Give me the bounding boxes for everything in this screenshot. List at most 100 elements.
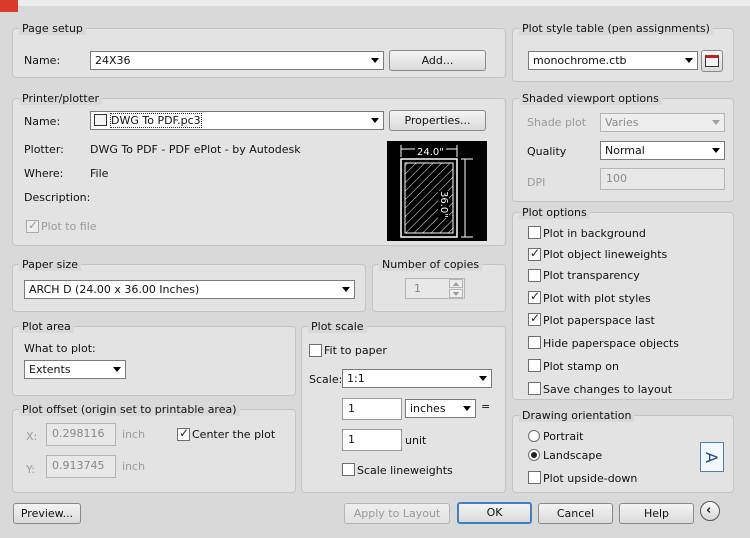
landscape-page-icon: A (700, 442, 724, 472)
plotter-label: Plotter: (24, 143, 64, 156)
shade-plot-value: Varies (605, 116, 639, 129)
where-label: Where: (24, 167, 64, 180)
plot-scale-title: Plot scale (308, 320, 367, 333)
chevron-left-icon: ‹ (706, 503, 712, 518)
plot-style-edit-button[interactable] (701, 50, 723, 72)
plot-in-background-label: Plot in background (543, 227, 646, 240)
shade-plot-select[interactable]: Varies (600, 113, 725, 132)
plotter-value: DWG To PDF - PDF ePlot - by Autodesk (90, 143, 301, 156)
printer-title: Printer/plotter (19, 92, 102, 105)
portrait-radio[interactable] (528, 430, 540, 442)
offset-y-label: Y: (26, 463, 35, 476)
scale-value2: 1 (348, 433, 355, 446)
add-button[interactable]: Add... (389, 50, 486, 71)
center-plot-checkbox[interactable] (177, 426, 190, 441)
page-setup-name-label: Name: (24, 54, 61, 67)
preview-button[interactable]: Preview... (13, 503, 81, 524)
plot-style-select[interactable]: monochrome.ctb (528, 51, 698, 70)
offset-x-label: X: (26, 430, 38, 443)
scale-unit-select[interactable]: inches (405, 399, 476, 418)
scale-lineweights-checkbox[interactable] (342, 463, 355, 476)
offset-y-input[interactable]: 0.913745 (46, 455, 116, 478)
plot-style-title: Plot style table (pen assignments) (519, 22, 713, 35)
collapse-options-button[interactable]: ‹ (700, 501, 720, 521)
preview-height-label: 36.0" (438, 191, 449, 218)
offset-x-input[interactable]: 0.298116 (46, 423, 116, 446)
landscape-label: Landscape (543, 449, 603, 462)
scale-equals-sign: = (481, 400, 491, 413)
pen-edit-icon (705, 55, 719, 67)
plot-object-lineweights-checkbox[interactable] (528, 246, 541, 261)
cancel-button[interactable]: Cancel (538, 503, 613, 524)
copies-title: Number of copies (379, 258, 483, 271)
plot-with-plot-styles-checkbox[interactable] (528, 289, 541, 304)
paper-size-select[interactable]: ARCH D (24.00 x 36.00 Inches) (24, 280, 355, 299)
printer-name-select[interactable]: DWG To PDF.pc3 (90, 111, 384, 130)
plot-stamp-checkbox[interactable] (528, 359, 541, 372)
plot-in-background-checkbox[interactable] (528, 226, 541, 239)
page-setup-title: Page setup (19, 22, 86, 35)
copies-value: 1 (414, 282, 421, 295)
window-close-corner[interactable] (0, 0, 18, 12)
plot-area-title: Plot area (19, 320, 74, 333)
plot-transparency-checkbox[interactable] (528, 269, 541, 282)
orientation-title: Drawing orientation (519, 409, 635, 422)
copies-down-arrow[interactable] (449, 289, 463, 298)
copies-up-arrow[interactable] (449, 279, 463, 288)
scale-value1-input[interactable]: 1 (342, 398, 402, 420)
paper-size-title: Paper size (19, 258, 81, 271)
help-button[interactable]: Help (619, 503, 694, 524)
preview-width-label: 24.0" (415, 147, 446, 158)
chevron-down-icon (479, 376, 487, 381)
chevron-down-icon (342, 287, 350, 292)
plot-paperspace-last-label: Plot paperspace last (543, 314, 655, 327)
plot-to-file-checkbox[interactable] (26, 218, 39, 233)
dpi-value: 100 (606, 172, 627, 185)
page-setup-name-select[interactable]: 24X36 (90, 51, 384, 70)
plot-options-title: Plot options (519, 206, 590, 219)
dpi-label: DPI (527, 176, 546, 189)
scale-value1: 1 (348, 402, 355, 415)
offset-y-value: 0.913745 (52, 459, 105, 472)
hide-paperspace-objects-checkbox[interactable] (528, 336, 541, 349)
shaded-options-title: Shaded viewport options (519, 92, 662, 105)
dpi-input[interactable]: 100 (600, 168, 725, 190)
landscape-page-letter: A (701, 452, 721, 463)
chevron-down-icon (712, 120, 720, 125)
apply-to-layout-button[interactable]: Apply to Layout (344, 503, 450, 524)
plot-object-lineweights-label: Plot object lineweights (543, 248, 668, 261)
scale-label: Scale: (309, 373, 343, 386)
plot-offset-group: Plot offset (origin set to printable are… (12, 403, 296, 493)
chevron-down-icon (685, 58, 693, 63)
chevron-down-icon (113, 367, 121, 372)
fit-to-paper-checkbox[interactable] (309, 344, 322, 357)
hide-paperspace-objects-label: Hide paperspace objects (543, 337, 679, 350)
save-changes-label: Save changes to layout (543, 383, 673, 396)
chevron-down-icon (371, 118, 379, 123)
paper-size-value: ARCH D (24.00 x 36.00 Inches) (29, 283, 200, 296)
landscape-radio[interactable] (528, 449, 540, 461)
plot-paperspace-last-checkbox[interactable] (528, 311, 541, 326)
chevron-down-icon (371, 58, 379, 63)
chevron-down-icon (463, 406, 471, 411)
properties-button[interactable]: Properties... (389, 110, 486, 131)
plot-to-file-label: Plot to file (41, 220, 97, 233)
save-changes-checkbox[interactable] (528, 382, 541, 395)
portrait-label: Portrait (543, 430, 584, 443)
quality-select[interactable]: Normal (600, 141, 725, 160)
what-to-plot-value: Extents (29, 363, 71, 376)
plot-with-plot-styles-label: Plot with plot styles (543, 292, 651, 305)
plot-transparency-label: Plot transparency (543, 269, 640, 282)
plotter-icon (94, 114, 107, 126)
what-to-plot-select[interactable]: Extents (24, 360, 126, 379)
scale-value2-input[interactable]: 1 (342, 429, 402, 451)
fit-to-paper-label: Fit to paper (324, 344, 387, 357)
ok-button[interactable]: OK (457, 502, 532, 524)
chevron-down-icon (712, 148, 720, 153)
scale-select[interactable]: 1:1 (342, 369, 492, 388)
description-label: Description: (24, 191, 91, 204)
page-setup-name-value: 24X36 (95, 54, 131, 67)
plot-stamp-label: Plot stamp on (543, 360, 619, 373)
printer-name-value: DWG To PDF.pc3 (110, 113, 202, 128)
plot-upside-down-checkbox[interactable] (528, 471, 541, 484)
